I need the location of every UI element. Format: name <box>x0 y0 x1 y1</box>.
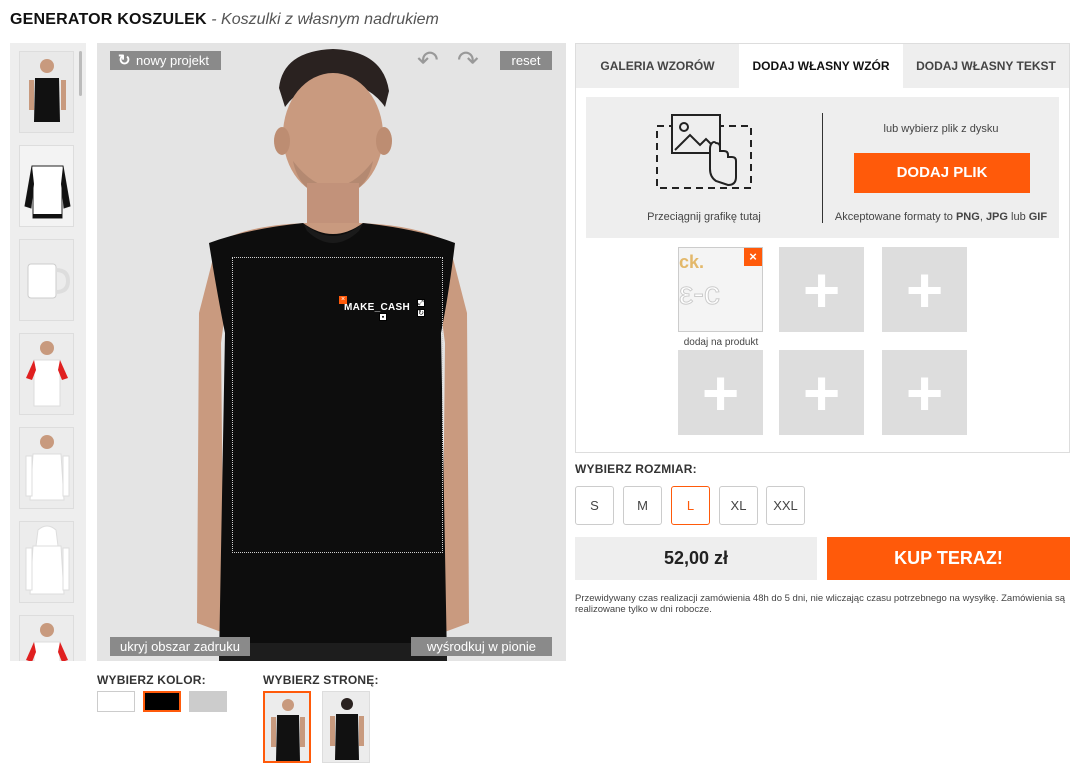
svg-text:ck.: ck. <box>679 252 704 272</box>
plus-icon: + <box>701 356 740 429</box>
product-preview: ↻ nowy projekt ↶ ↷ reset MAKE_CASH × ⤢ ↻… <box>97 43 566 661</box>
format-png: PNG <box>955 211 980 223</box>
format-jpg: JPG <box>985 211 1008 223</box>
page-header: GENERATOR KOSZULEK - Koszulki z własnym … <box>10 11 439 29</box>
add-file-button[interactable]: DODAJ PLIK <box>854 153 1030 193</box>
color-grey[interactable] <box>189 691 227 712</box>
formats-label: Akceptowane formaty to PNG, JPG lub GIF <box>834 211 1048 223</box>
thumb-raglan-red-2[interactable] <box>19 615 74 661</box>
design-resize-icon[interactable]: ⤢ <box>417 299 425 307</box>
size-xxl[interactable]: XXL <box>766 486 805 525</box>
size-m[interactable]: M <box>623 486 662 525</box>
design-delete-icon[interactable]: × <box>339 296 347 304</box>
color-label: WYBIERZ KOLOR: <box>97 673 206 687</box>
plus-icon: + <box>802 253 841 326</box>
hide-print-area-button[interactable]: ukryj obszar zadruku <box>110 637 250 656</box>
new-project-button[interactable]: ↻ nowy projekt <box>110 51 221 70</box>
page-title: GENERATOR KOSZULEK <box>10 11 207 28</box>
tab-gallery[interactable]: GALERIA WZORÓW <box>576 44 739 88</box>
new-project-label: nowy projekt <box>136 53 209 68</box>
drop-zone[interactable]: Przeciągnij grafikę tutaj <box>586 97 822 238</box>
design-rotate-icon[interactable]: ↻ <box>417 309 425 317</box>
tab-bar: GALERIA WZORÓW DODAJ WŁASNY WZÓR DODAJ W… <box>576 44 1069 88</box>
upload-slot[interactable]: + <box>882 247 967 332</box>
side-back[interactable] <box>322 691 370 763</box>
thumb-raglan-red[interactable] <box>19 333 74 415</box>
design-move-icon[interactable]: ▪ <box>379 313 387 321</box>
reset-button[interactable]: reset <box>500 51 552 70</box>
drop-label: Przeciągnij grafikę tutaj <box>647 211 761 223</box>
size-xl[interactable]: XL <box>719 486 758 525</box>
model-icon <box>20 428 73 508</box>
sweatshirt-icon <box>20 146 73 226</box>
upload-slot[interactable]: + <box>779 247 864 332</box>
thumb-hoodie-white[interactable] <box>19 521 74 603</box>
redo-icon[interactable]: ↷ <box>457 47 479 73</box>
side-front[interactable] <box>263 691 311 763</box>
close-icon[interactable]: × <box>744 248 762 266</box>
thumb-sweatshirt-raglan[interactable] <box>19 145 74 227</box>
thumb-sweatshirt-white[interactable] <box>19 427 74 509</box>
size-l[interactable]: L <box>671 486 710 525</box>
tab-add-text[interactable]: DODAJ WŁASNY TEKST <box>903 44 1069 88</box>
design-element[interactable]: MAKE_CASH <box>344 302 410 313</box>
center-vertical-button[interactable]: wyśrodkuj w pionie <box>411 637 552 656</box>
format-gif: GIF <box>1028 211 1048 223</box>
plus-icon: + <box>802 356 841 429</box>
undo-icon[interactable]: ↶ <box>417 47 439 73</box>
size-label: WYBIERZ ROZMIAR: <box>575 462 697 476</box>
model-icon <box>20 616 73 661</box>
page-subtitle: - Koszulki z własnym nadrukiem <box>211 11 439 28</box>
product-thumbnails <box>10 43 86 661</box>
refresh-icon: ↻ <box>118 52 131 69</box>
print-area <box>232 257 443 553</box>
add-to-product-label[interactable]: dodaj na produkt <box>676 337 766 348</box>
svg-text:ε-c: ε-c <box>679 275 720 311</box>
back-view-icon <box>323 692 369 762</box>
plus-icon: + <box>905 356 944 429</box>
color-black[interactable] <box>143 691 181 712</box>
upload-box: Przeciągnij grafikę tutaj lub wybierz pl… <box>586 97 1059 238</box>
model-icon <box>20 334 73 414</box>
tab-add-design[interactable]: DODAJ WŁASNY WZÓR <box>739 44 903 88</box>
design-panel: GALERIA WZORÓW DODAJ WŁASNY WZÓR DODAJ W… <box>575 43 1070 453</box>
plus-icon: + <box>905 253 944 326</box>
model-icon <box>20 52 73 132</box>
thumbnails-scrollbar[interactable] <box>79 51 82 96</box>
choose-file-label: lub wybierz plik z dysku <box>883 123 999 135</box>
buy-now-button[interactable]: KUP TERAZ! <box>827 537 1070 580</box>
delivery-note: Przewidywany czas realizacji zamówienia … <box>575 593 1066 615</box>
thumb-mug[interactable] <box>19 239 74 321</box>
thumb-sleeveless-black[interactable] <box>19 51 74 133</box>
size-s[interactable]: S <box>575 486 614 525</box>
upload-slot[interactable]: + <box>882 350 967 435</box>
front-view-icon <box>265 693 309 761</box>
mug-icon <box>20 240 73 320</box>
upload-slot[interactable]: + <box>678 350 763 435</box>
upload-slot[interactable]: + <box>779 350 864 435</box>
side-label: WYBIERZ STRONĘ: <box>263 673 379 687</box>
color-white[interactable] <box>97 691 135 712</box>
uploaded-image-slot[interactable]: ck. ε-c × <box>678 247 763 332</box>
model-icon <box>20 522 73 602</box>
price-display: 52,00 zł <box>575 537 817 580</box>
